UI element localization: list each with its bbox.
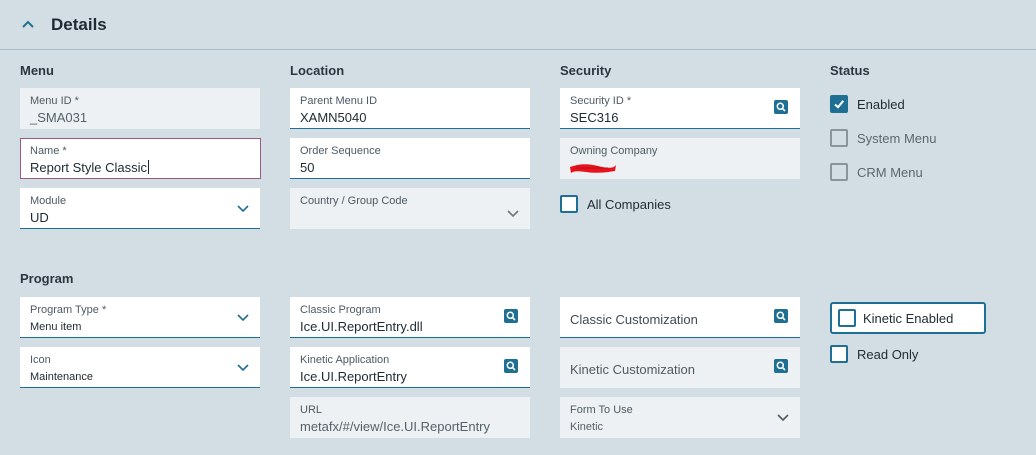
chevron-up-icon[interactable]: [19, 16, 37, 34]
module-dropdown[interactable]: Module UD: [20, 188, 260, 229]
menu-id-label: Menu ID *: [30, 95, 79, 107]
all-companies-label: All Companies: [587, 197, 671, 212]
text-caret: [148, 160, 150, 174]
kinetic-application-label: Kinetic Application: [300, 354, 390, 366]
chevron-down-icon[interactable]: [777, 414, 789, 422]
search-icon[interactable]: [774, 100, 788, 114]
module-label: Module: [30, 195, 67, 207]
icon-dropdown[interactable]: Icon Maintenance: [20, 347, 260, 388]
enabled-label: Enabled: [857, 97, 905, 112]
security-id-field[interactable]: Security ID * SEC316: [560, 88, 800, 129]
read-only-label: Read Only: [857, 347, 919, 362]
order-sequence-label: Order Sequence: [300, 145, 381, 157]
kinetic-enabled-checkbox[interactable]: Kinetic Enabled: [830, 302, 986, 334]
enabled-checkbox[interactable]: Enabled: [830, 95, 930, 115]
name-input-text: Report Style Classic: [30, 160, 148, 175]
checkbox-box: [830, 163, 848, 181]
parent-menu-id-label: Parent Menu ID: [300, 95, 378, 107]
read-only-checkbox[interactable]: Read Only: [830, 345, 940, 365]
system-menu-label: System Menu: [857, 131, 937, 146]
url-value: metafx/#/view/Ice.UI.ReportEntry: [300, 419, 491, 434]
details-header: Details: [0, 0, 1036, 50]
classic-customization-label: Classic Customization: [570, 312, 698, 327]
security-id-label: Security ID *: [570, 95, 632, 107]
owning-company-field: Owning Company: [560, 138, 800, 179]
name-input[interactable]: Report Style Classic: [30, 160, 150, 175]
owning-company-label: Owning Company: [570, 145, 658, 157]
form-to-use-label: Form To Use: [570, 404, 633, 416]
country-group-code-dropdown: Country / Group Code: [290, 188, 530, 229]
kinetic-customization-label: Kinetic Customization: [570, 362, 695, 377]
chevron-down-icon[interactable]: [237, 205, 249, 213]
icon-label: Icon: [30, 354, 51, 366]
form-to-use-dropdown[interactable]: Form To Use Kinetic: [560, 397, 800, 438]
classic-program-value[interactable]: Ice.UI.ReportEntry.dll: [300, 319, 423, 334]
program-type-label: Program Type *: [30, 304, 107, 316]
order-sequence-field[interactable]: Order Sequence 50: [290, 138, 530, 179]
check-icon: [834, 100, 845, 109]
menu-id-field: Menu ID * _SMA031: [20, 88, 260, 129]
classic-customization-field[interactable]: Classic Customization: [560, 297, 800, 338]
chevron-down-icon[interactable]: [237, 314, 249, 322]
details-title: Details: [51, 15, 107, 34]
security-id-value[interactable]: SEC316: [570, 110, 618, 125]
chevron-down-icon[interactable]: [237, 364, 249, 372]
url-field: URL metafx/#/view/Ice.UI.ReportEntry: [290, 397, 530, 438]
icon-value: Maintenance: [30, 371, 93, 383]
section-title-location: Location: [290, 63, 345, 78]
checkbox-box[interactable]: [838, 309, 856, 327]
kinetic-customization-field: Kinetic Customization: [560, 347, 800, 388]
form-to-use-value: Kinetic: [570, 421, 604, 433]
country-group-code-label: Country / Group Code: [300, 195, 408, 207]
url-label: URL: [300, 404, 323, 416]
classic-program-field[interactable]: Classic Program Ice.UI.ReportEntry.dll: [290, 297, 530, 338]
crm-menu-label: CRM Menu: [857, 165, 923, 180]
checkbox-box: [830, 129, 848, 147]
search-icon[interactable]: [504, 359, 518, 373]
crm-menu-checkbox: CRM Menu: [830, 163, 940, 183]
checkbox-box[interactable]: [830, 345, 848, 363]
name-field[interactable]: Name * Report Style Classic: [20, 138, 261, 179]
kinetic-application-value[interactable]: Ice.UI.ReportEntry: [300, 369, 407, 384]
program-type-value: Menu item: [30, 321, 82, 333]
parent-menu-id-value[interactable]: XAMN5040: [300, 110, 366, 125]
classic-program-label: Classic Program: [300, 304, 381, 316]
search-icon[interactable]: [774, 309, 788, 323]
name-label: Name *: [30, 145, 67, 157]
section-title-security: Security: [560, 63, 612, 78]
order-sequence-value[interactable]: 50: [300, 160, 314, 175]
search-icon[interactable]: [774, 359, 788, 373]
section-title-program: Program: [20, 271, 74, 286]
checkbox-box[interactable]: [830, 95, 848, 113]
search-icon[interactable]: [504, 309, 518, 323]
chevron-down-icon: [507, 210, 519, 218]
parent-menu-id-field[interactable]: Parent Menu ID XAMN5040: [290, 88, 530, 129]
all-companies-checkbox[interactable]: All Companies: [560, 195, 700, 215]
menu-id-value: _SMA031: [30, 110, 88, 125]
details-panel: Details Menu Location Security Status Pr…: [0, 0, 1036, 455]
program-type-dropdown[interactable]: Program Type * Menu item: [20, 297, 260, 338]
kinetic-application-field[interactable]: Kinetic Application Ice.UI.ReportEntry: [290, 347, 530, 388]
kinetic-enabled-label: Kinetic Enabled: [863, 311, 954, 326]
redacted-value: [570, 164, 616, 173]
system-menu-checkbox: System Menu: [830, 129, 950, 149]
module-value: UD: [30, 210, 49, 225]
checkbox-box[interactable]: [560, 195, 578, 213]
section-title-status: Status: [830, 63, 870, 78]
section-title-menu: Menu: [20, 63, 54, 78]
